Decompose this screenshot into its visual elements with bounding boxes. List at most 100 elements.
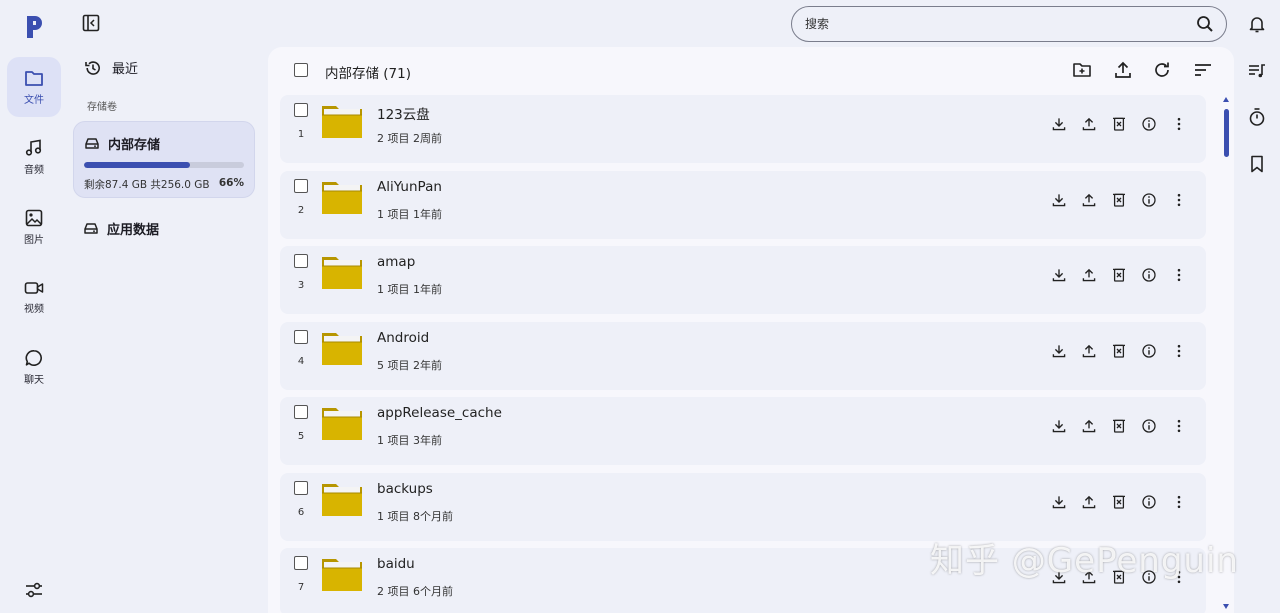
sort-icon[interactable] xyxy=(1193,60,1213,80)
folder-icon xyxy=(322,483,362,516)
file-row[interactable]: 4 Android 5 项目 2年前 xyxy=(280,321,1206,390)
rail-item-video[interactable]: 视频 xyxy=(7,267,61,327)
folder-icon xyxy=(25,70,43,86)
row-checkbox[interactable] xyxy=(294,103,308,117)
info-icon[interactable] xyxy=(1141,116,1157,132)
folder-icon xyxy=(322,181,362,214)
download-icon[interactable] xyxy=(1051,267,1067,283)
page-title: 内部存储 (71) xyxy=(325,66,412,82)
bell-icon[interactable] xyxy=(1247,14,1267,34)
file-name: Android xyxy=(377,329,430,346)
info-icon[interactable] xyxy=(1141,343,1157,359)
list-header: 内部存储 (71) xyxy=(268,47,1234,93)
row-checkbox[interactable] xyxy=(294,556,308,570)
file-row[interactable]: 3 amap 1 项目 1年前 xyxy=(280,246,1206,314)
info-icon[interactable] xyxy=(1141,494,1157,510)
recent-link[interactable]: 最近 xyxy=(84,58,138,77)
row-index: 5 xyxy=(297,431,305,442)
download-icon[interactable] xyxy=(1051,418,1067,434)
file-row[interactable]: 5 appRelease_cache 1 项目 3年前 xyxy=(280,397,1206,465)
refresh-icon[interactable] xyxy=(1152,60,1172,80)
more-vert-icon[interactable] xyxy=(1171,267,1187,283)
row-checkbox[interactable] xyxy=(294,178,308,193)
upload-icon[interactable] xyxy=(1081,116,1097,132)
download-icon[interactable] xyxy=(1051,343,1067,359)
delete-icon[interactable] xyxy=(1111,418,1127,434)
upload-icon[interactable] xyxy=(1081,494,1097,510)
music-note-icon xyxy=(25,139,42,156)
row-index: 6 xyxy=(297,506,305,518)
collapse-panel-icon[interactable] xyxy=(82,14,100,32)
file-list-panel: 内部存储 (71) 1 123云盘 2 项目 2周前 2 AliYunPan 1 项目 1… xyxy=(268,47,1234,613)
info-icon[interactable] xyxy=(1141,267,1157,283)
playlist-icon[interactable] xyxy=(1247,61,1267,81)
upload-icon[interactable] xyxy=(1081,192,1097,208)
file-meta: 1 项目 1年前 xyxy=(377,207,442,221)
new-folder-icon[interactable] xyxy=(1072,60,1092,80)
file-meta: 2 项目 6个月前 xyxy=(377,585,453,598)
delete-icon[interactable] xyxy=(1111,192,1127,208)
timer-icon[interactable] xyxy=(1247,107,1267,127)
rail-item-label: 图片 xyxy=(24,234,44,246)
settings-sliders-icon[interactable] xyxy=(24,580,44,600)
file-name: baidu xyxy=(377,556,415,572)
download-icon[interactable] xyxy=(1051,116,1067,132)
row-index: 1 xyxy=(297,129,305,140)
delete-icon[interactable] xyxy=(1111,494,1127,510)
more-vert-icon[interactable] xyxy=(1171,343,1187,359)
section-label-volumes: 存储卷 xyxy=(87,102,117,113)
row-checkbox[interactable] xyxy=(294,329,308,344)
file-row[interactable]: 1 123云盘 2 项目 2周前 xyxy=(280,95,1206,163)
side-panel: 最近 存储卷 内部存储 剩余87.4 GB 共256.0 GB 66% 应用数据 xyxy=(68,0,268,613)
more-vert-icon[interactable] xyxy=(1171,494,1187,510)
info-icon[interactable] xyxy=(1141,418,1157,434)
more-vert-icon[interactable] xyxy=(1171,418,1187,434)
download-icon[interactable] xyxy=(1051,192,1067,208)
rail-item-audio[interactable]: 音频 xyxy=(7,127,61,187)
upload-icon[interactable] xyxy=(1081,343,1097,359)
scrollbar-thumb[interactable] xyxy=(1224,109,1229,157)
watermark: 知乎 @GePenguin xyxy=(930,541,1239,581)
upload-icon[interactable] xyxy=(1113,60,1133,80)
rail-item-files[interactable]: 文件 xyxy=(7,57,61,117)
upload-icon[interactable] xyxy=(1081,418,1097,434)
search-icon[interactable] xyxy=(1196,15,1214,33)
more-vert-icon[interactable] xyxy=(1171,116,1187,132)
history-icon xyxy=(85,60,100,75)
scroll-down-arrow[interactable] xyxy=(1223,604,1229,609)
file-meta: 5 项目 2年前 xyxy=(377,358,442,372)
row-checkbox[interactable] xyxy=(294,254,308,268)
rail-item-chat[interactable]: 聊天 xyxy=(7,337,61,397)
appdata-label: 应用数据 xyxy=(107,223,160,238)
scroll-up-arrow[interactable] xyxy=(1223,97,1229,102)
rail-item-label: 文件 xyxy=(24,94,44,106)
more-vert-icon[interactable] xyxy=(1171,192,1187,208)
delete-icon[interactable] xyxy=(1111,116,1127,132)
file-row[interactable]: 6 backups 1 项目 8个月前 xyxy=(280,472,1206,541)
download-icon[interactable] xyxy=(1051,494,1067,510)
select-all-checkbox[interactable] xyxy=(294,63,308,77)
rail-item-label: 音频 xyxy=(24,164,44,176)
info-icon[interactable] xyxy=(1141,192,1157,208)
storage-card-internal[interactable]: 内部存储 剩余87.4 GB 共256.0 GB 66% xyxy=(73,121,255,198)
chat-bubble-icon xyxy=(25,349,42,366)
storage-free-text: 剩余87.4 GB 共256.0 GB xyxy=(84,179,210,191)
delete-icon[interactable] xyxy=(1111,343,1127,359)
folder-icon xyxy=(322,408,362,440)
row-index: 7 xyxy=(297,582,305,593)
row-index: 2 xyxy=(297,204,305,216)
file-row[interactable]: 2 AliYunPan 1 项目 1年前 xyxy=(280,170,1206,239)
row-checkbox[interactable] xyxy=(294,405,308,419)
rail-item-images[interactable]: 图片 xyxy=(7,197,61,257)
file-meta: 1 项目 8个月前 xyxy=(377,509,453,523)
delete-icon[interactable] xyxy=(1111,267,1127,283)
bookmark-icon[interactable] xyxy=(1247,154,1267,174)
file-meta: 1 项目 1年前 xyxy=(377,283,442,296)
row-checkbox[interactable] xyxy=(294,480,308,495)
file-name: appRelease_cache xyxy=(377,405,502,421)
folder-icon xyxy=(322,559,362,591)
upload-icon[interactable] xyxy=(1081,267,1097,283)
search-input[interactable] xyxy=(805,15,1175,33)
storage-usage-bar xyxy=(84,162,244,168)
appdata-link[interactable]: 应用数据 xyxy=(83,219,159,238)
